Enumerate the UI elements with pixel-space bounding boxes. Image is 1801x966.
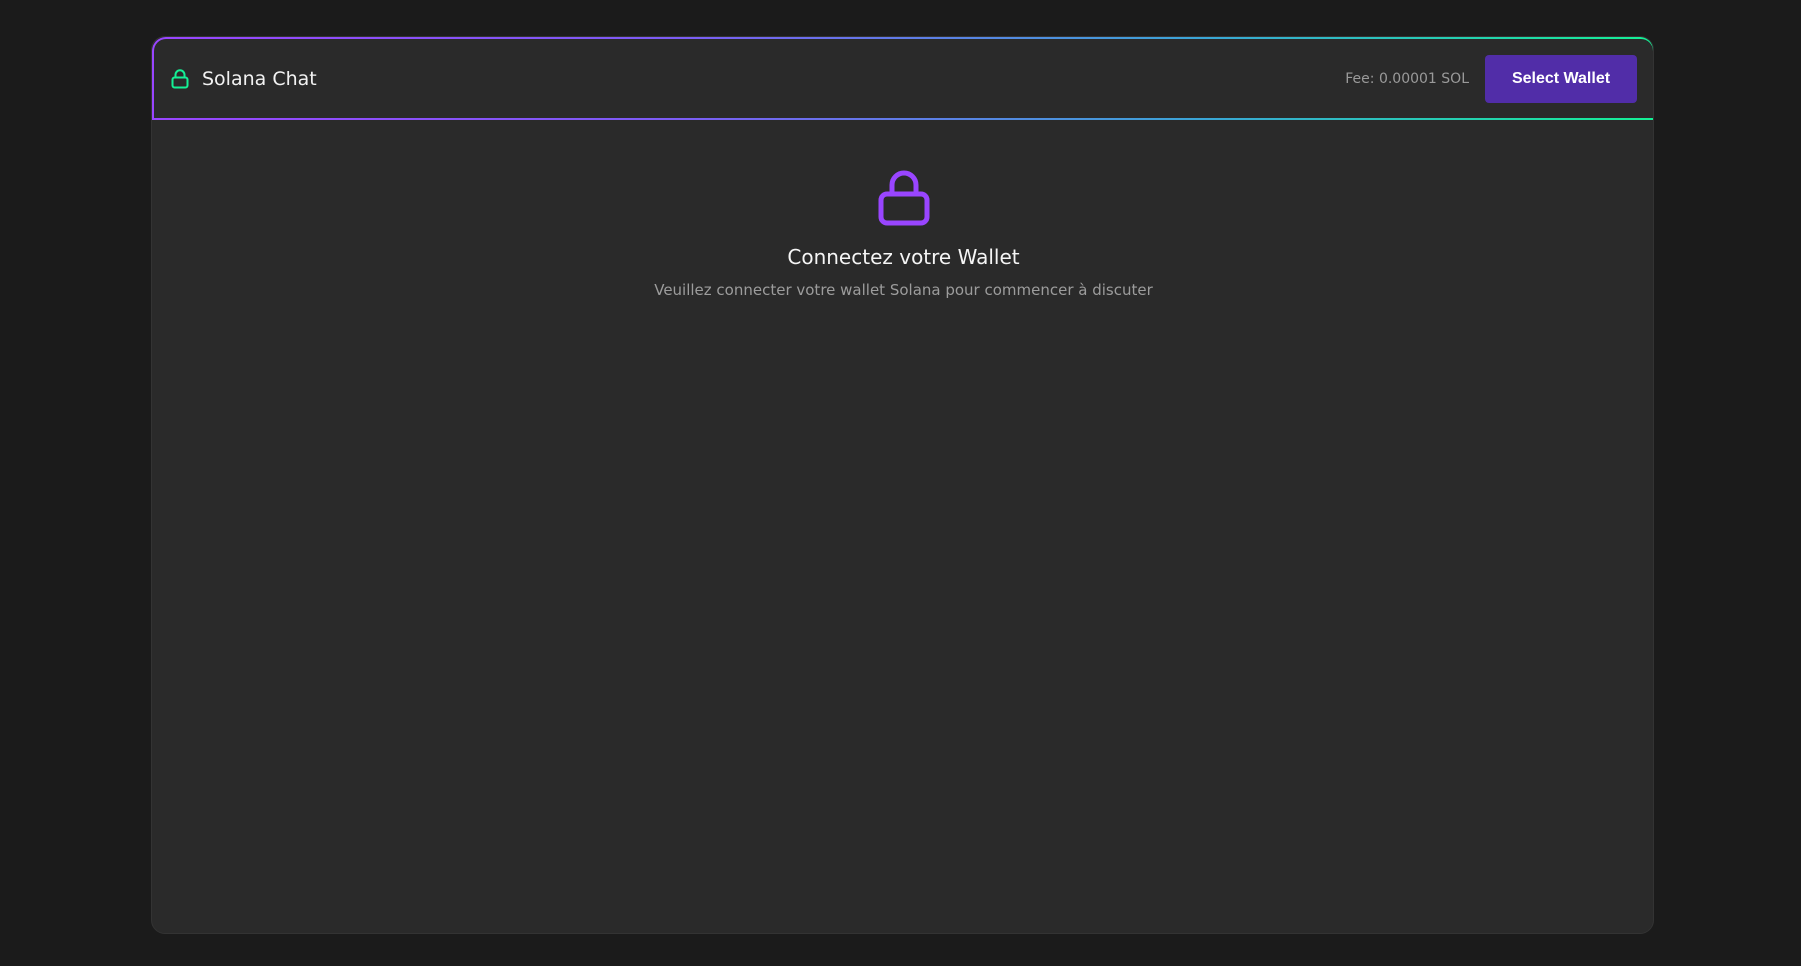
page: Solana Chat Fee: 0.00001 SOL Select Wall… — [0, 0, 1801, 966]
connect-title: Connectez votre Wallet — [787, 245, 1020, 269]
select-wallet-button[interactable]: Select Wallet — [1485, 54, 1637, 103]
app-header: Solana Chat Fee: 0.00001 SOL Select Wall… — [152, 37, 1653, 120]
fee-label: Fee: 0.00001 SOL — [1345, 70, 1469, 87]
connect-subtitle: Veuillez connecter votre wallet Solana p… — [654, 281, 1153, 299]
chat-app-card: Solana Chat Fee: 0.00001 SOL Select Wall… — [151, 36, 1654, 934]
app-title: Solana Chat — [202, 67, 317, 90]
lock-icon — [874, 167, 934, 231]
connect-wallet-panel: Connectez votre Wallet Veuillez connecte… — [152, 167, 1653, 299]
header-actions: Fee: 0.00001 SOL Select Wallet — [1345, 54, 1637, 103]
lock-icon — [170, 68, 190, 90]
brand: Solana Chat — [170, 68, 317, 90]
